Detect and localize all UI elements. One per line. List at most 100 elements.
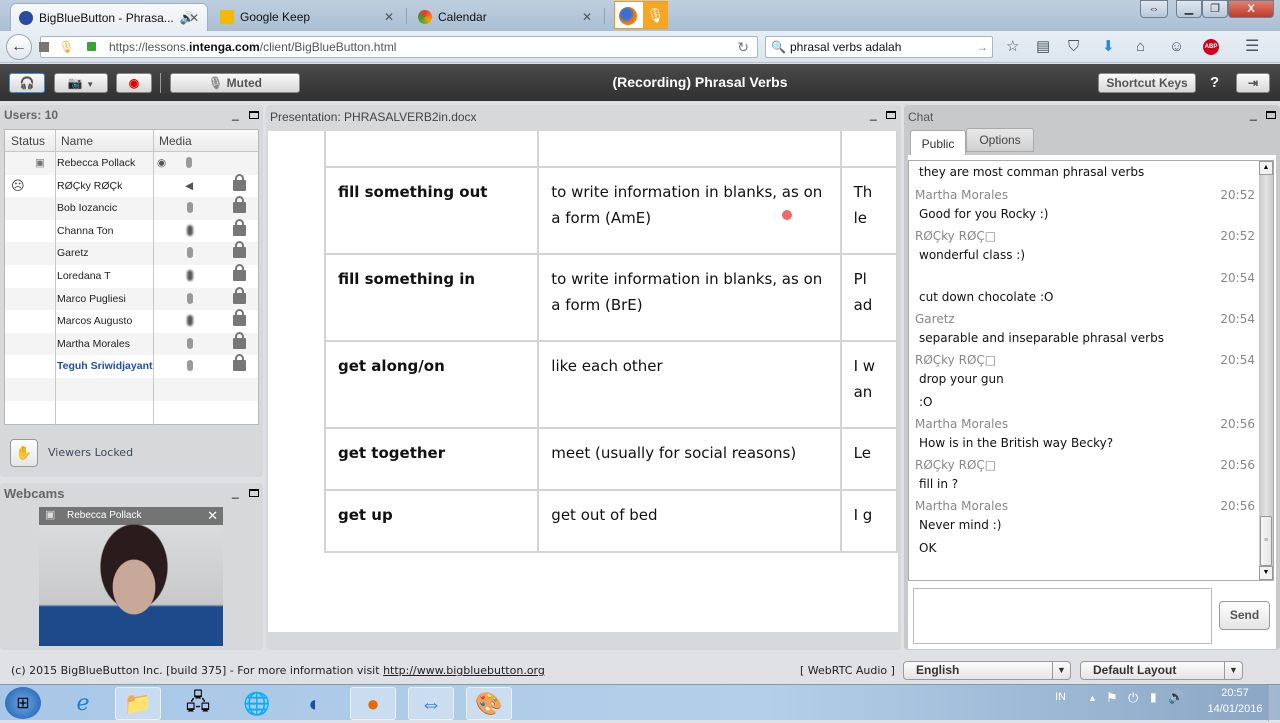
- maximize-panel-button[interactable]: [249, 111, 259, 119]
- show-desktop-button[interactable]: [1268, 685, 1280, 721]
- webcam-icon[interactable]: ◉: [157, 152, 166, 174]
- paint-icon[interactable]: 🎨: [466, 687, 512, 720]
- muted-mic-icon[interactable]: [187, 360, 193, 372]
- headset-audio-button[interactable]: 🎧: [9, 73, 45, 93]
- help-button[interactable]: ?: [1210, 74, 1219, 91]
- globe-icon[interactable]: 🌐: [234, 687, 280, 720]
- column-header-status[interactable]: Status: [5, 130, 55, 152]
- internet-explorer-icon[interactable]: e: [60, 687, 106, 720]
- microphone-icon[interactable]: 🎙: [643, 2, 668, 28]
- column-header-name[interactable]: Name: [55, 130, 153, 152]
- talking-mic-icon[interactable]: [187, 315, 193, 327]
- clock-date[interactable]: 14/01/2016: [1200, 703, 1270, 715]
- chat-scrollbar[interactable]: ▲ ≡ ▼: [1259, 161, 1273, 580]
- network-tool-icon[interactable]: 🖧: [175, 687, 221, 720]
- url-bar[interactable]: 🎙 https://lessons.intenga.com/client/Big…: [39, 36, 758, 58]
- maximize-panel-button[interactable]: [249, 489, 259, 497]
- teamviewer-icon[interactable]: ⇔: [408, 687, 454, 720]
- microphone-permission-icon[interactable]: 🎙: [59, 37, 74, 57]
- close-tab-icon[interactable]: ✕: [582, 10, 592, 24]
- tab-bigbluebutton[interactable]: BigBlueButton - Phrasa... 🔊 ✕: [10, 3, 208, 31]
- network-signal-icon[interactable]: ▮: [1150, 690, 1157, 704]
- page-info-icon[interactable]: [39, 42, 49, 52]
- reload-icon[interactable]: ↻: [737, 37, 749, 57]
- power-plug-icon[interactable]: ⏻: [1128, 690, 1138, 706]
- chat-message-list[interactable]: they are most comman phrasal verbs Marth…: [908, 160, 1274, 581]
- maximize-panel-button[interactable]: [886, 111, 896, 119]
- download-icon[interactable]: ⬇: [1102, 39, 1115, 55]
- layout-select[interactable]: Default Layout ▼: [1080, 661, 1243, 680]
- talking-mic-icon[interactable]: [187, 224, 193, 236]
- user-row[interactable]: Martha Morales: [5, 331, 258, 356]
- close-window-button[interactable]: X: [1228, 0, 1274, 18]
- search-go-icon[interactable]: →: [976, 37, 988, 57]
- user-row[interactable]: ▣ Rebecca Pollack ◉: [5, 152, 258, 175]
- pocket-icon[interactable]: ⛉: [1068, 39, 1079, 55]
- lock-icon[interactable]: [233, 309, 246, 327]
- maximize-panel-button[interactable]: [1266, 111, 1276, 119]
- lock-icon[interactable]: [233, 331, 246, 349]
- lock-icon[interactable]: [233, 196, 246, 214]
- search-bar[interactable]: 🔍 phrasal verbs adalah →: [765, 36, 993, 58]
- winbox-icon[interactable]: ◐: [292, 687, 338, 720]
- bookmark-star-icon[interactable]: ☆: [1006, 39, 1019, 55]
- volume-icon[interactable]: 🔊: [1168, 689, 1184, 705]
- user-row[interactable]: Garetz: [5, 241, 258, 265]
- presentation-slide[interactable]: fill something out to write information i…: [268, 131, 898, 632]
- user-row[interactable]: Marco Pugliesi: [5, 286, 258, 311]
- lock-icon[interactable]: [233, 241, 246, 259]
- column-header-media[interactable]: Media: [153, 130, 258, 152]
- microphone-icon[interactable]: [186, 157, 192, 168]
- action-center-flag-icon[interactable]: ⚑: [1106, 690, 1118, 706]
- tab-public[interactable]: Public: [910, 130, 966, 156]
- search-input-value[interactable]: phrasal verbs adalah: [790, 37, 901, 57]
- show-hidden-icons-arrow[interactable]: ▲: [1088, 693, 1097, 703]
- webcam-share-button[interactable]: 📷 ▼: [54, 73, 108, 93]
- tab-calendar[interactable]: Calendar ✕: [410, 3, 600, 31]
- lock-icon[interactable]: [233, 286, 246, 304]
- logout-button[interactable]: ⇥: [1236, 73, 1270, 93]
- user-row[interactable]: Loredana T: [5, 264, 258, 288]
- scroll-up-arrow[interactable]: ▲: [1259, 161, 1273, 175]
- language-select[interactable]: English ▼: [903, 661, 1071, 680]
- user-row[interactable]: Bob Iozancic: [5, 196, 258, 220]
- muted-mic-icon[interactable]: [187, 292, 193, 304]
- firefox-icon[interactable]: ●: [350, 687, 396, 720]
- user-row[interactable]: Marcos Augusto: [5, 309, 258, 333]
- close-tab-icon[interactable]: ✕: [384, 10, 394, 24]
- lock-viewers-button[interactable]: ✋: [10, 439, 38, 467]
- muted-mic-icon[interactable]: [187, 337, 193, 349]
- mute-toggle-button[interactable]: 🎙 Muted: [170, 73, 300, 93]
- start-button[interactable]: ⊞: [5, 687, 41, 719]
- user-row[interactable]: ☹ RØÇky RØÇk ◀: [5, 173, 258, 198]
- file-explorer-icon[interactable]: 📁: [115, 687, 161, 720]
- reading-list-icon[interactable]: ▤: [1036, 39, 1050, 55]
- webcam-video[interactable]: ▣ Rebecca Pollack ✕: [39, 507, 223, 646]
- tab-options[interactable]: Options: [966, 128, 1034, 152]
- minimize-panel-button[interactable]: _: [232, 107, 239, 121]
- menu-icon[interactable]: ☰: [1245, 39, 1259, 55]
- tab-google-keep[interactable]: Google Keep ✕: [212, 3, 402, 31]
- back-button[interactable]: ←: [6, 34, 32, 60]
- lock-icon[interactable]: [233, 173, 246, 191]
- input-language-indicator[interactable]: IN: [1055, 691, 1066, 703]
- lock-icon[interactable]: [233, 354, 246, 372]
- chat-bubble-icon[interactable]: ☺: [1169, 39, 1184, 55]
- chat-message-input[interactable]: [913, 588, 1212, 644]
- maximize-window-button[interactable]: ❐: [1202, 0, 1228, 18]
- scroll-down-arrow[interactable]: ▼: [1259, 566, 1273, 580]
- minimize-panel-button[interactable]: _: [870, 107, 877, 121]
- close-video-icon[interactable]: ✕: [207, 508, 218, 524]
- pinned-tab-firefox[interactable]: 🎙: [614, 1, 668, 29]
- minimize-panel-button[interactable]: _: [232, 485, 239, 499]
- send-button[interactable]: Send: [1219, 601, 1270, 630]
- lock-icon[interactable]: [233, 218, 246, 236]
- lock-icon[interactable]: [233, 264, 246, 281]
- minimize-window-button[interactable]: ▁: [1176, 0, 1202, 18]
- muted-mic-icon[interactable]: [187, 202, 193, 214]
- user-row[interactable]: Channa Ton: [5, 218, 258, 243]
- talking-mic-icon[interactable]: [187, 270, 193, 281]
- close-tab-icon[interactable]: ✕: [189, 11, 199, 25]
- muted-mic-icon[interactable]: [187, 247, 193, 259]
- record-button[interactable]: ◉: [116, 73, 152, 93]
